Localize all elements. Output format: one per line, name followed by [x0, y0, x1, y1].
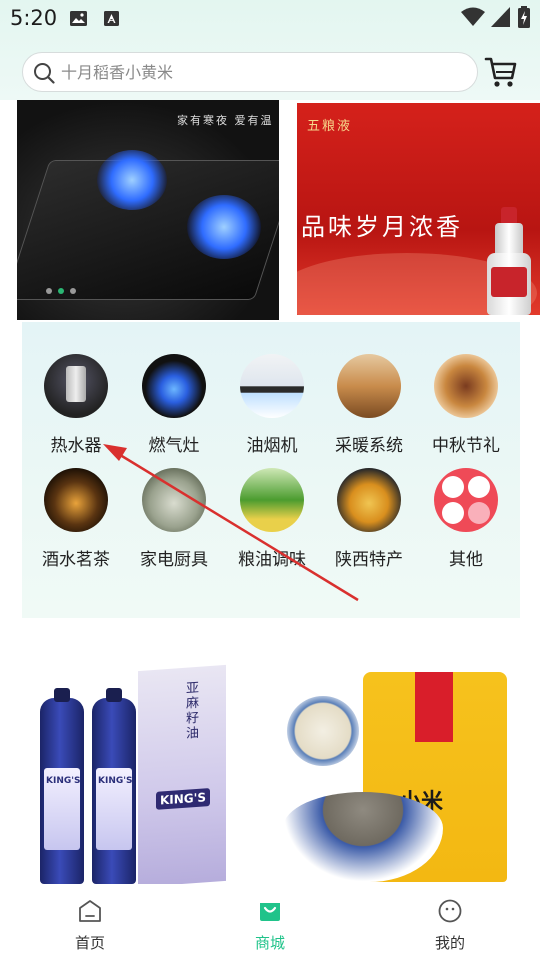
bag-label — [415, 672, 453, 742]
oil-bottle-image: KING'S — [92, 688, 136, 884]
home-icon — [79, 900, 101, 922]
category-kitchen-appliance[interactable]: 家电厨具 — [124, 468, 224, 578]
flame-image — [187, 195, 261, 259]
category-label: 陕西特产 — [335, 550, 403, 570]
wifi-icon — [461, 7, 485, 26]
status-time: 5:20 — [10, 6, 58, 30]
water-heater-icon — [44, 354, 108, 418]
category-label: 热水器 — [50, 436, 102, 456]
category-label: 酒水茗茶 — [42, 550, 110, 570]
bottom-navigation: 首页 商城 我的 — [0, 884, 540, 960]
banner-tagline: 品味岁月浓香 — [301, 213, 463, 241]
status-bar: 5:20 — [0, 0, 540, 36]
category-label: 采暖系统 — [335, 436, 403, 456]
nav-label: 首页 — [74, 934, 105, 952]
carousel-dot — [70, 288, 76, 294]
bottle-image — [495, 223, 523, 257]
flame-image — [97, 150, 167, 210]
heating-system-icon — [337, 354, 401, 418]
shaanxi-specialty-icon — [337, 468, 401, 532]
kitchen-appliance-icon — [142, 468, 206, 532]
nav-label: 我的 — [434, 934, 465, 952]
nav-label: 商城 — [254, 934, 285, 952]
banner-brand: 五粮液 — [307, 119, 353, 134]
carousel-dot-active — [58, 288, 64, 294]
category-heating-system[interactable]: 采暖系统 — [319, 354, 419, 464]
bottle-brand: KING'S — [98, 776, 133, 786]
product-box-text: 亚麻籽油 — [186, 680, 200, 742]
shopping-cart-icon[interactable] — [484, 55, 518, 89]
search-bar[interactable] — [22, 52, 478, 92]
nav-mall[interactable]: 商城 — [210, 884, 330, 960]
range-hood-icon — [240, 354, 304, 418]
product-millet[interactable]: 小米 — [283, 672, 507, 882]
product-linseed-oil[interactable]: 亚麻籽油 KING'S KING'S KING'S — [40, 664, 240, 888]
category-label: 其他 — [449, 550, 483, 570]
category-water-heater[interactable]: 热水器 — [26, 354, 126, 464]
product-brand: KING'S — [156, 788, 210, 810]
battery-icon — [518, 6, 530, 28]
category-grain-oil[interactable]: 粮油调味 — [222, 468, 322, 578]
carousel-dot — [46, 288, 52, 294]
mall-bag-icon — [260, 903, 280, 921]
liquor-tea-icon — [44, 468, 108, 532]
oil-bottle-image: KING'S — [40, 688, 84, 884]
category-other[interactable]: 其他 — [416, 468, 516, 578]
text-notification-icon — [104, 11, 119, 26]
banner-gas-stove[interactable]: 家有寒夜 爱有温 — [17, 100, 279, 320]
category-label: 家电厨具 — [140, 550, 208, 570]
category-grid: 热水器 燃气灶 油烟机 采暖系统 中秋节礼 酒水茗茶 家电厨具 粮油调味 陕西特… — [22, 322, 520, 618]
category-liquor-tea[interactable]: 酒水茗茶 — [26, 468, 126, 578]
bottle-label — [491, 267, 527, 297]
category-shaanxi-specialty[interactable]: 陕西特产 — [319, 468, 419, 578]
image-notification-icon — [70, 11, 87, 26]
category-gas-stove[interactable]: 燃气灶 — [124, 354, 224, 464]
bottle-brand: KING'S — [46, 776, 81, 786]
nav-home[interactable]: 首页 — [30, 884, 150, 960]
carousel-indicator — [46, 288, 76, 294]
category-range-hood[interactable]: 油烟机 — [222, 354, 322, 464]
search-icon — [34, 63, 55, 84]
grain-oil-icon — [240, 468, 304, 532]
category-label: 粮油调味 — [238, 550, 306, 570]
signal-icon — [491, 7, 510, 27]
category-mid-autumn-gift[interactable]: 中秋节礼 — [416, 354, 516, 464]
category-label: 中秋节礼 — [432, 436, 500, 456]
product-box-image: 亚麻籽油 KING'S — [138, 664, 226, 888]
search-input[interactable] — [61, 53, 461, 91]
banner-slogan: 家有寒夜 爱有温 — [177, 114, 274, 127]
banner-wuliangye[interactable]: 五粮液 品味岁月浓香 — [297, 103, 540, 315]
porridge-bowl-image — [287, 696, 359, 766]
category-label: 燃气灶 — [148, 436, 200, 456]
other-icon — [434, 468, 498, 532]
gas-stove-icon — [142, 354, 206, 418]
nav-me[interactable]: 我的 — [390, 884, 510, 960]
category-label: 油烟机 — [246, 436, 298, 456]
mid-autumn-gift-icon — [434, 354, 498, 418]
profile-icon — [438, 899, 462, 923]
